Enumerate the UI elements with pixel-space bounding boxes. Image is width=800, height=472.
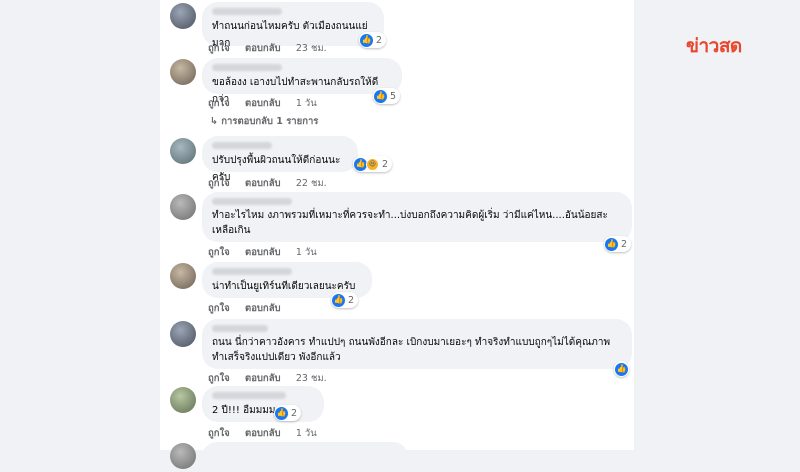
avatar[interactable] — [170, 3, 196, 29]
reaction-summary[interactable]: 👍 5 — [373, 88, 401, 104]
avatar[interactable] — [170, 263, 196, 289]
author-name-blurred[interactable] — [212, 268, 292, 275]
comment-bubble — [202, 442, 408, 472]
reply-link[interactable]: ตอบกลับ — [245, 303, 281, 314]
reaction-count: 2 — [291, 407, 298, 419]
reaction-summary[interactable]: 👍 2 — [274, 405, 302, 421]
reaction-count: 2 — [348, 294, 355, 306]
like-link[interactable]: ถูกใจ — [208, 98, 230, 109]
timestamp[interactable]: 1 วัน — [296, 98, 317, 109]
like-icon: 👍 — [332, 293, 345, 307]
haha-icon: 😆 — [366, 157, 379, 171]
like-icon: 👍 — [360, 33, 373, 47]
avatar[interactable] — [170, 138, 196, 164]
like-link[interactable]: ถูกใจ — [208, 428, 230, 439]
like-link[interactable]: ถูกใจ — [208, 247, 230, 258]
comment-actions: ถูกใจ ตอบกลับ 1 วัน — [208, 245, 329, 260]
timestamp[interactable]: 23 ชม. — [296, 373, 327, 384]
comment-bubble: ถนน นี่กว่าคาวอังคาร ทำแปปๆ ถนนพังอีกละ … — [202, 319, 632, 369]
comment-bubble: ขอล้องง เอางบไปทำสะพานกลับรถให้ดีกว่า — [202, 58, 402, 105]
timestamp[interactable]: 1 วัน — [296, 247, 317, 258]
reaction-summary[interactable]: 👍 2 — [604, 236, 632, 252]
author-name-blurred[interactable] — [212, 142, 272, 149]
reaction-count: 2 — [376, 34, 383, 46]
comment-text: ถนน นี่กว่าคาวอังคาร ทำแปปๆ ถนนพังอีกละ … — [212, 337, 614, 363]
avatar[interactable] — [170, 59, 196, 85]
comment-actions: ถูกใจ ตอบกลับ 1 วัน — [208, 426, 329, 441]
comment-bubble: ทำถนนก่อนไหมครับ ตัวเมืองถนนแย่มาก — [202, 2, 384, 49]
comment-actions: ถูกใจ ตอบกลับ 23 ชม. — [208, 371, 339, 386]
comment-text: ทำอะไรไหม งภาพรวมที่เหมาะที่ควรจะทำ...บ่… — [212, 210, 608, 236]
reply-link[interactable]: ตอบกลับ — [245, 373, 281, 384]
comment-actions: ถูกใจ ตอบกลับ 1 วัน — [208, 96, 329, 111]
reaction-summary[interactable]: 👍 😆 2 — [353, 156, 393, 172]
timestamp[interactable]: 1 วัน — [296, 428, 317, 439]
like-link[interactable]: ถูกใจ — [208, 178, 230, 189]
author-name-blurred[interactable] — [212, 64, 282, 71]
reaction-summary[interactable]: 👍 2 — [331, 292, 359, 308]
like-icon: 👍 — [374, 89, 387, 103]
reply-link[interactable]: ตอบกลับ — [245, 98, 281, 109]
avatar[interactable] — [170, 387, 196, 413]
comment-bubble: ปรับปรุงพื้นผิวถนนให้ดีก่อนนะครับ — [202, 136, 358, 183]
avatar[interactable] — [170, 321, 196, 347]
comments-panel: ทำถนนก่อนไหมครับ ตัวเมืองถนนแย่มาก 👍 2 ถ… — [160, 0, 634, 472]
reaction-count: 5 — [390, 90, 397, 102]
like-icon: 👍 — [615, 362, 628, 376]
like-icon: 👍 — [605, 237, 618, 251]
reply-link[interactable]: ตอบกลับ — [245, 178, 281, 189]
author-name-blurred[interactable] — [212, 198, 292, 205]
reaction-summary[interactable]: 👍 2 — [359, 32, 387, 48]
reply-link[interactable]: ตอบกลับ — [245, 43, 281, 54]
view-replies-link[interactable]: ↳ การตอบกลับ 1 รายการ — [210, 114, 318, 129]
author-name-blurred[interactable] — [212, 325, 268, 332]
comment-actions: ถูกใจ ตอบกลับ — [208, 301, 305, 316]
comment-bubble: 2 ปี!!! อืมมมม — [202, 386, 324, 422]
watermark-logo: ข่าวสด — [686, 35, 742, 57]
author-name-blurred[interactable] — [212, 8, 282, 15]
like-link[interactable]: ถูกใจ — [208, 43, 230, 54]
reaction-count: 2 — [382, 158, 389, 170]
reply-link[interactable]: ตอบกลับ — [245, 247, 281, 258]
reaction-summary[interactable]: 👍 — [614, 361, 629, 377]
comment-actions: ถูกใจ ตอบกลับ 22 ชม. — [208, 176, 339, 191]
author-name-blurred[interactable] — [212, 392, 286, 399]
comment-actions: ถูกใจ ตอบกลับ 23 ชม. — [208, 41, 339, 56]
timestamp[interactable]: 22 ชม. — [296, 178, 327, 189]
like-link[interactable]: ถูกใจ — [208, 303, 230, 314]
avatar[interactable] — [170, 443, 196, 469]
like-icon: 👍 — [275, 406, 288, 420]
reaction-count: 2 — [621, 238, 628, 250]
comment-bubble: ทำอะไรไหม งภาพรวมที่เหมาะที่ควรจะทำ...บ่… — [202, 192, 632, 242]
reply-link[interactable]: ตอบกลับ — [245, 428, 281, 439]
like-link[interactable]: ถูกใจ — [208, 373, 230, 384]
timestamp[interactable]: 23 ชม. — [296, 43, 327, 54]
avatar[interactable] — [170, 194, 196, 220]
